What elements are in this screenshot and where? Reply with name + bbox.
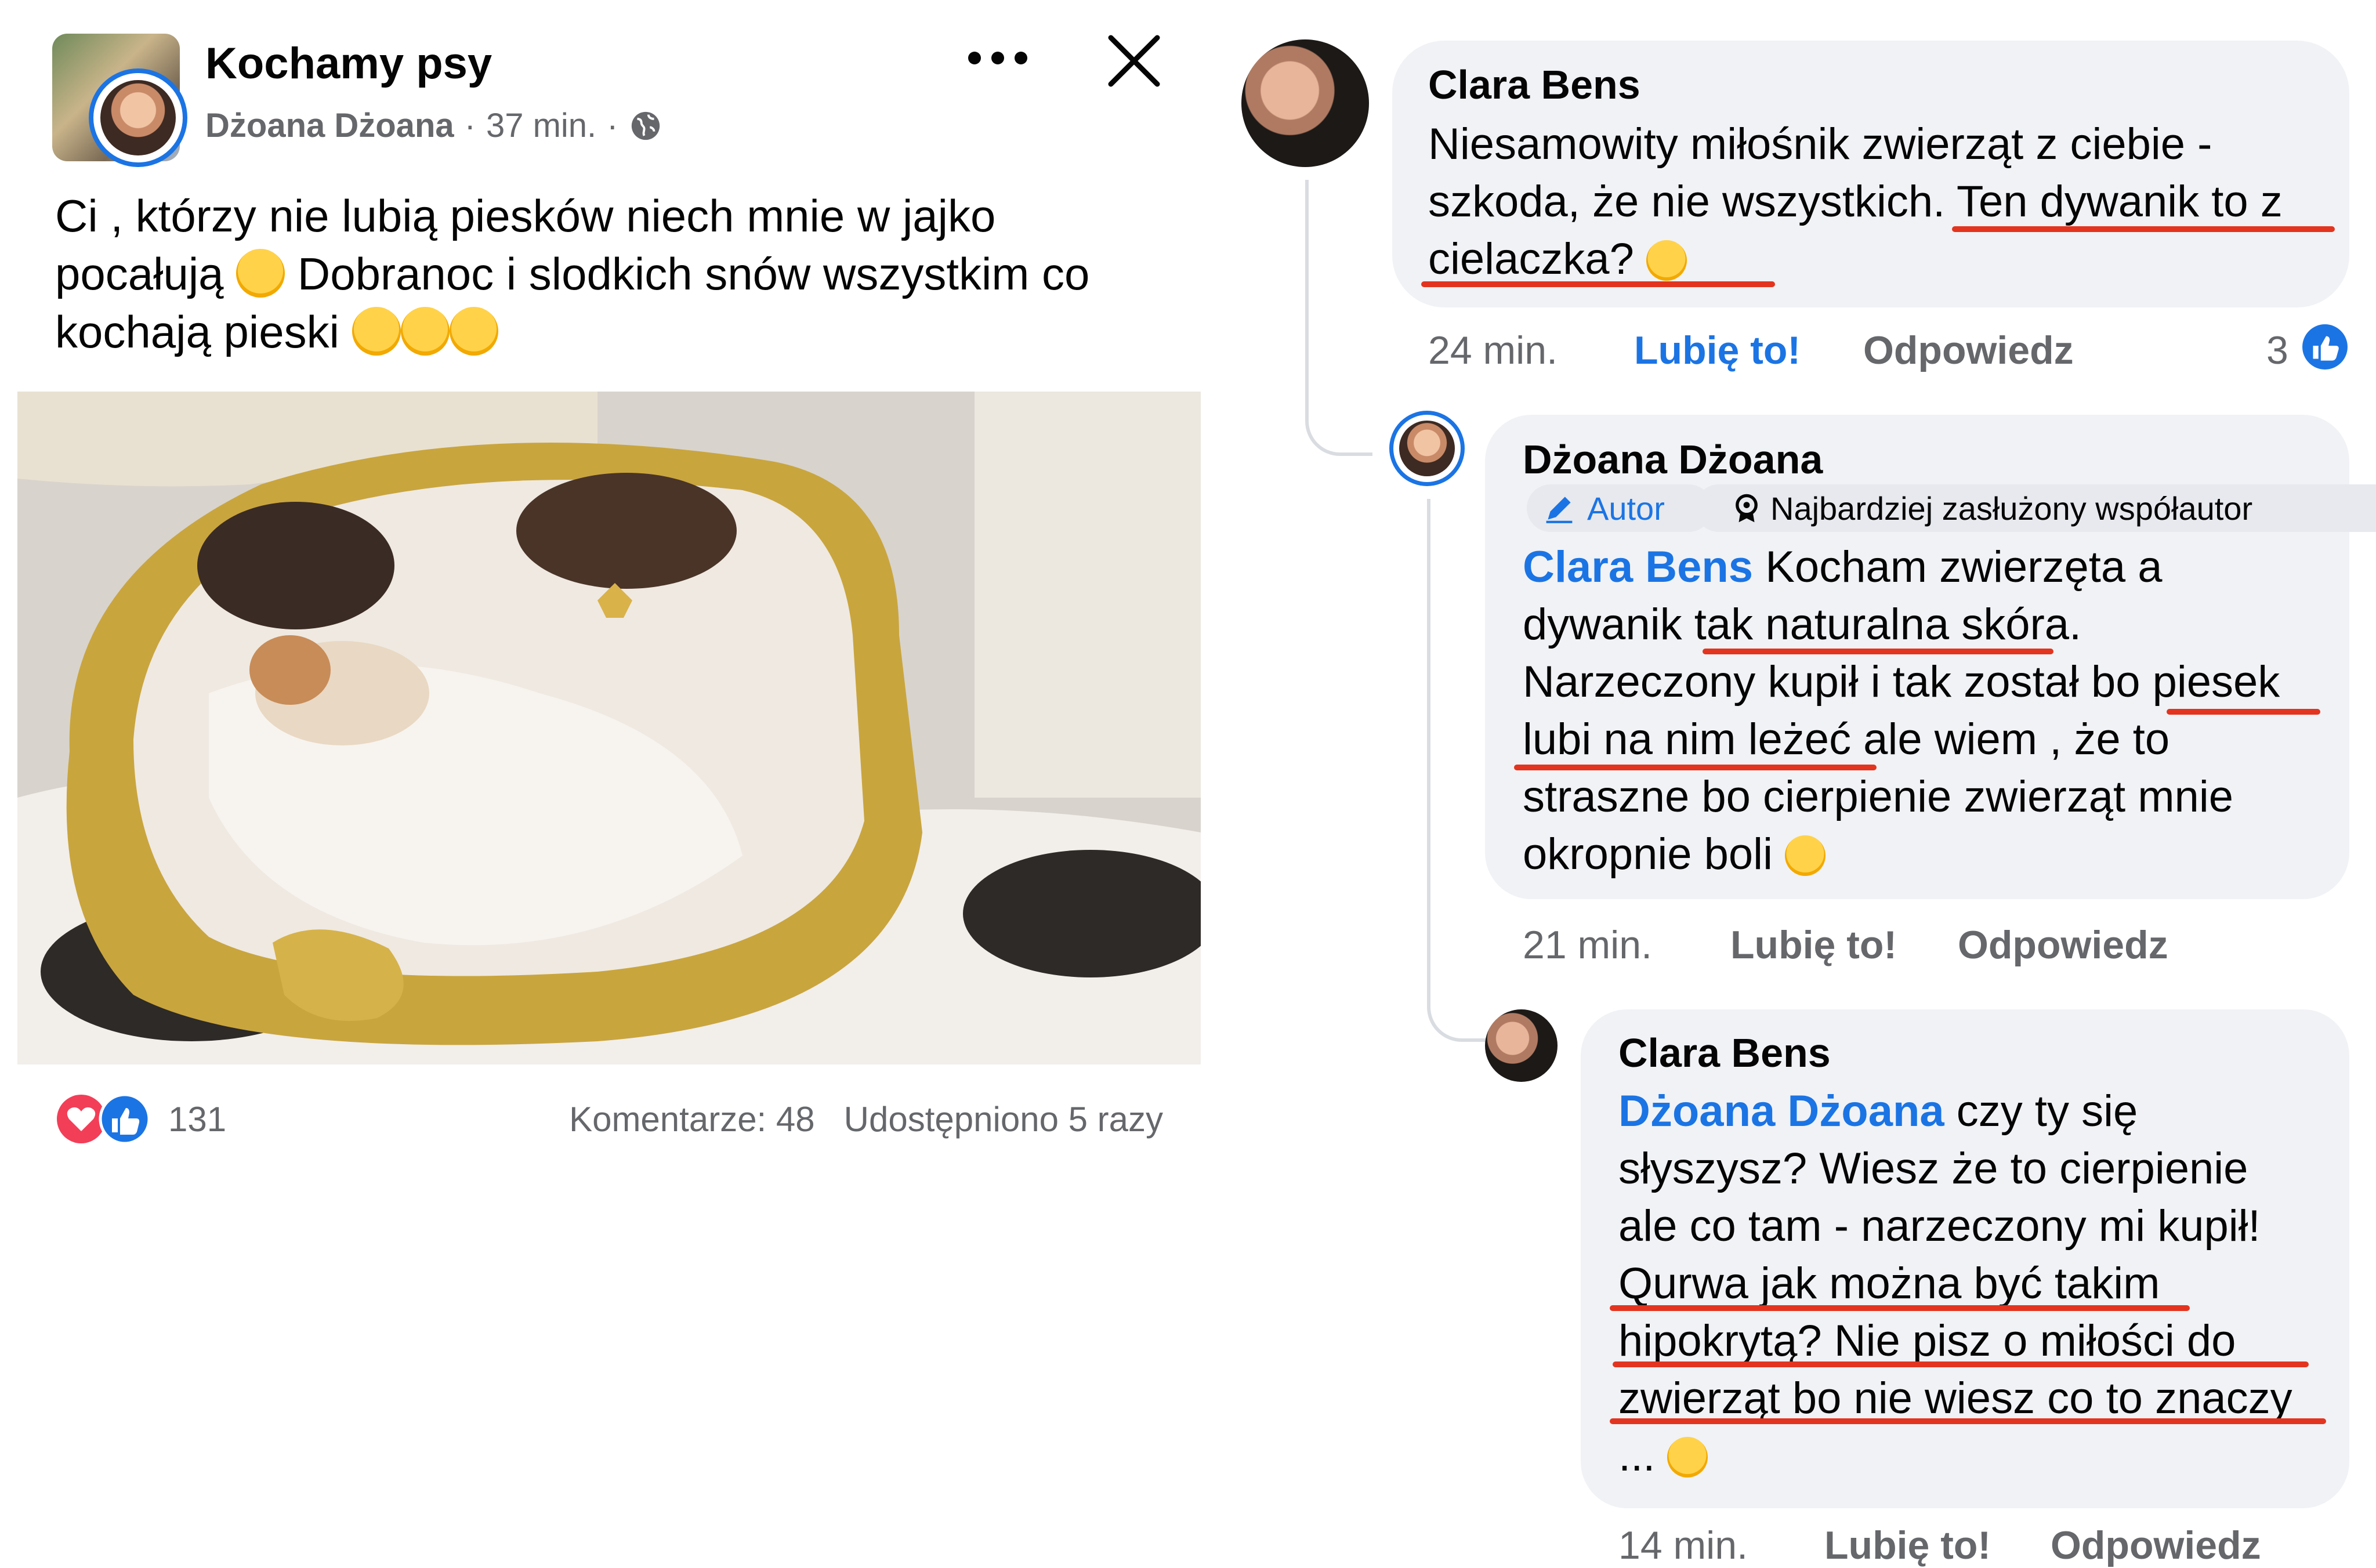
meta-separator-2: · — [607, 107, 618, 144]
post-meta: Dżoana Dżoana · 37 min. · — [205, 106, 662, 145]
comment-line: słyszysz? Wiesz że to cierpienie — [1618, 1144, 2248, 1193]
comment-time[interactable]: 21 min. — [1523, 922, 1652, 968]
like-button[interactable]: Lubię to! — [1634, 328, 1801, 373]
post-text-line: pocałują — [55, 248, 224, 299]
comment-line: lubi na nim leżeć ale wiem , że to — [1523, 715, 2170, 764]
crying-emoji — [1785, 835, 1826, 876]
comment-avatar[interactable] — [1389, 411, 1465, 486]
group-name[interactable]: Kochamy psy — [205, 38, 492, 89]
comment-avatar[interactable] — [1241, 39, 1369, 167]
comment-line: dywanik tak naturalna skóra. — [1523, 600, 2082, 649]
dog-bed-photo — [17, 392, 1201, 1064]
highlight-underline — [1703, 649, 2053, 654]
like-reaction-icon — [2302, 324, 2348, 370]
reactions-count[interactable]: 131 — [168, 1099, 226, 1139]
comment-line: Kocham zwierzęta a — [1765, 542, 2163, 592]
mention-link[interactable]: Clara Bens — [1523, 542, 1753, 592]
laughing-emoji — [236, 249, 285, 298]
author-badge[interactable]: Autor — [1527, 484, 1712, 532]
comment-line: ale co tam - narzeczony mi kupił! — [1618, 1201, 2261, 1251]
post-photo[interactable] — [17, 392, 1201, 1064]
post-stats: 131 Komentarze: 48 Udostępniono 5 razy — [55, 1091, 1163, 1145]
comments-count[interactable]: Komentarze: 48 — [569, 1100, 815, 1139]
highlight-underline — [1610, 1305, 2190, 1311]
comment-text: Dżoana Dżoana czy ty się słyszysz? Wiesz… — [1618, 1082, 2338, 1484]
top-contributor-label: Najbardziej zasłużony współautor — [1770, 490, 2253, 527]
comment-line: cielaczka? — [1428, 234, 1634, 284]
post-text-line: kochają pieski — [55, 306, 339, 357]
comment-author[interactable]: Dżoana Dżoana — [1523, 436, 1823, 483]
highlight-underline — [1952, 226, 2335, 232]
reply-button[interactable]: Odpowiedz — [1958, 922, 2168, 968]
thread-line — [1305, 180, 1372, 456]
facepalm-emoji — [1667, 1437, 1708, 1478]
comment-line: straszne bo cierpienie zwierząt mnie — [1523, 772, 2233, 821]
post-text: Ci , którzy nie lubią piesków niech mnie… — [55, 187, 1192, 361]
thread-line — [1427, 499, 1494, 1042]
heart-face-emoji — [400, 307, 450, 356]
comment-author[interactable]: Clara Bens — [1618, 1030, 1831, 1076]
post-card: Kochamy psy Dżoana Dżoana · 37 min. · Ci… — [0, 0, 1218, 1565]
reaction-icons[interactable] — [55, 1093, 160, 1145]
author-badge-label: Autor — [1587, 490, 1665, 527]
heart-face-emoji — [449, 307, 498, 356]
post-time[interactable]: 37 min. — [486, 106, 596, 145]
comment-text: Niesamowity miłośnik zwierząt z ciebie -… — [1428, 115, 2333, 288]
highlight-underline — [2167, 709, 2320, 715]
comment-line: szkoda, że nie wszystkich. Ten dywanik t… — [1428, 177, 2283, 226]
top-contributor-badge[interactable]: Najbardziej zasłużony współautor — [1695, 484, 2376, 532]
award-icon — [1736, 494, 1758, 523]
highlight-underline — [1610, 1418, 2326, 1424]
reply-button[interactable]: Odpowiedz — [2051, 1523, 2261, 1568]
comment-line: Niesamowity miłośnik zwierząt z ciebie - — [1428, 119, 2212, 169]
post-text-line: Ci , którzy nie lubią piesków niech mnie… — [55, 190, 996, 241]
globe-icon — [631, 111, 660, 140]
comment-avatar[interactable] — [1485, 1009, 1558, 1082]
comment-author[interactable]: Clara Bens — [1428, 61, 1640, 108]
like-button[interactable]: Lubię to! — [1730, 922, 1897, 968]
author-avatar[interactable] — [89, 68, 187, 167]
highlight-underline — [1421, 281, 1775, 287]
highlight-underline — [1514, 765, 1877, 770]
meta-separator: · — [464, 107, 476, 144]
comment-line: Narzeczony kupił i tak został bo piesek — [1523, 657, 2280, 707]
comment-actions: 24 min. Lubię to! Odpowiedz 3 — [1428, 324, 2350, 380]
pencil-icon — [1546, 497, 1573, 523]
comment-actions: 21 min. Lubię to! Odpowiedz — [1523, 922, 2335, 975]
heart-face-emoji — [352, 307, 401, 356]
monocle-emoji — [1646, 240, 1687, 281]
comment-time[interactable]: 24 min. — [1428, 328, 1558, 373]
post-counts: Komentarze: 48 Udostępniono 5 razy — [569, 1099, 1163, 1139]
post-author[interactable]: Dżoana Dżoana — [205, 106, 454, 145]
comment-time[interactable]: 14 min. — [1618, 1523, 1748, 1568]
shares-count[interactable]: Udostępniono 5 razy — [844, 1100, 1163, 1139]
more-icon[interactable] — [963, 41, 1033, 75]
comment-like-count[interactable]: 3 — [2266, 328, 2288, 373]
comment-line: ... — [1618, 1431, 1656, 1480]
like-button[interactable]: Lubię to! — [1824, 1523, 1991, 1568]
reply-button[interactable]: Odpowiedz — [1863, 328, 2074, 373]
comment-line: czy ty się — [1956, 1087, 2138, 1136]
close-icon[interactable] — [1105, 32, 1163, 90]
comment-actions: 14 min. Lubię to! Odpowiedz — [1618, 1523, 2338, 1568]
comment-line: Qurwa jak można być takim — [1618, 1259, 2160, 1308]
highlight-underline — [1613, 1361, 2309, 1367]
comment-line: okropnie boli — [1523, 830, 1773, 879]
post-text-line: Dobranoc i slodkich snów wszystkim co — [297, 248, 1090, 299]
mention-link[interactable]: Dżoana Dżoana — [1618, 1087, 1944, 1136]
